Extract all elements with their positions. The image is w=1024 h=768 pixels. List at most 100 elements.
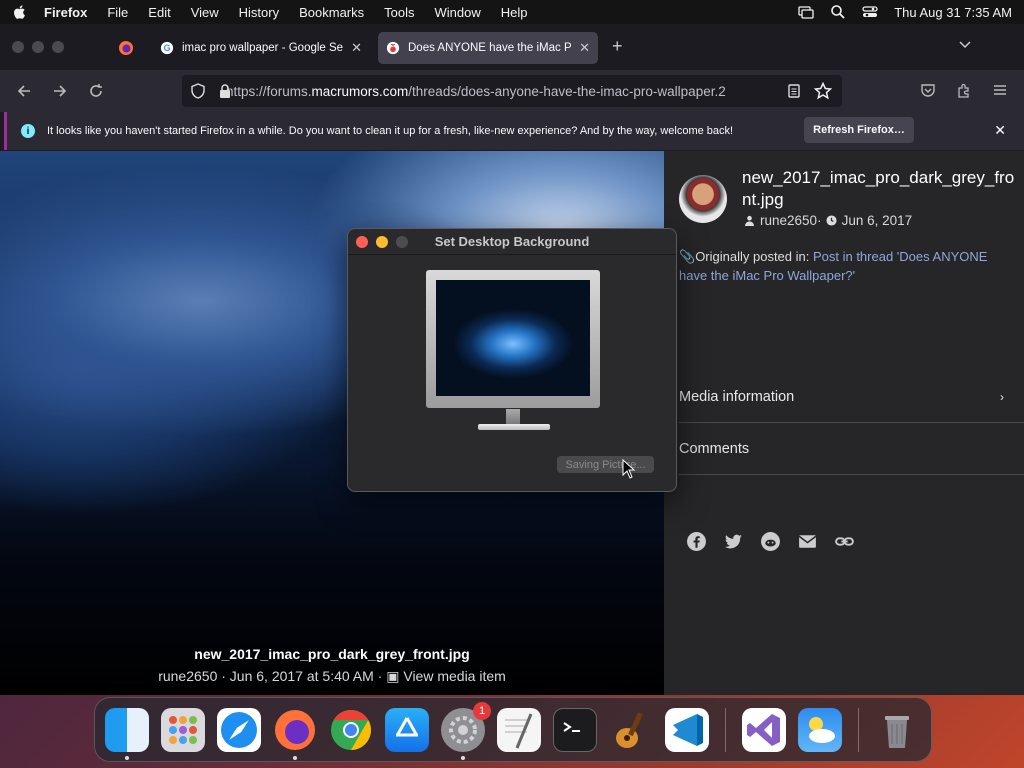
url-bar[interactable]: https://forums.macrumors.com/threads/doe… (182, 75, 842, 107)
dialog-window-controls (356, 236, 408, 248)
extensions-icon[interactable] (956, 82, 972, 98)
media-title: new_2017_imac_pro_dark_grey_front.jpg (742, 168, 1015, 209)
finder-icon[interactable] (105, 707, 149, 760)
mouse-cursor-icon (622, 459, 636, 479)
clock[interactable]: Thu Aug 31 7:35 AM (894, 5, 1012, 20)
avatar[interactable] (679, 175, 727, 223)
dialog-close-button[interactable] (356, 236, 368, 248)
pocket-icon[interactable] (920, 82, 936, 98)
textedit-icon[interactable] (497, 707, 541, 752)
vscode-icon[interactable] (665, 707, 709, 752)
media-side-panel: new_2017_imac_pro_dark_grey_front.jpg ru… (664, 151, 1024, 695)
meta-separator: · (817, 213, 822, 228)
lock-icon[interactable] (218, 83, 232, 99)
author-link[interactable]: rune2650 (760, 213, 817, 228)
tab-google-search[interactable]: G imac pro wallpaper - Google Se ✕ (152, 32, 370, 64)
dock-separator (858, 707, 859, 752)
firefox-icon[interactable] (273, 708, 317, 760)
share-buttons (686, 531, 855, 552)
close-tab-icon[interactable]: ✕ (579, 40, 590, 56)
menu-tools[interactable]: Tools (384, 5, 414, 20)
menu-edit[interactable]: Edit (148, 5, 170, 20)
trash-icon[interactable] (875, 708, 919, 752)
url-prefix: https://forums. (226, 83, 312, 99)
camera-icon: ▣ (386, 668, 404, 684)
comments-row[interactable]: Comments (679, 423, 1024, 475)
view-media-item-link[interactable]: View media item (403, 668, 505, 684)
refresh-firefox-notification: i It looks like you haven't started Fire… (4, 112, 1024, 150)
saving-picture-button[interactable]: Saving Picture... (557, 456, 654, 473)
reload-icon[interactable] (86, 81, 106, 101)
dialog-minimize-button[interactable] (376, 236, 388, 248)
comments-label: Comments (679, 440, 750, 457)
launchpad-icon[interactable] (161, 707, 205, 752)
notification-badge: 1 (473, 701, 491, 720)
reddit-icon[interactable] (760, 531, 781, 552)
close-notification-icon[interactable]: ✕ (994, 122, 1006, 139)
reader-view-icon[interactable] (786, 83, 802, 99)
list-all-tabs-icon[interactable] (958, 38, 972, 52)
tab-bar: G imac pro wallpaper - Google Se ✕ Does … (0, 24, 1024, 70)
menu-bookmarks[interactable]: Bookmarks (299, 5, 364, 20)
dialog-title: Set Desktop Background (434, 234, 590, 249)
screen-mirroring-icon[interactable] (798, 4, 814, 20)
weather-icon[interactable] (798, 707, 842, 752)
macrumors-icon (386, 41, 400, 55)
notification-message: It looks like you haven't started Firefo… (47, 125, 734, 137)
system-settings-icon[interactable]: 1 (441, 701, 491, 760)
new-tab-button[interactable]: + (612, 36, 623, 57)
apple-icon[interactable] (12, 4, 28, 20)
navigation-toolbar: https://forums.macrumors.com/threads/doe… (0, 70, 1024, 112)
chrome-icon[interactable] (329, 708, 373, 752)
media-information-row[interactable]: Media information › (679, 371, 1024, 423)
tab-title: imac pro wallpaper - Google Se (182, 42, 344, 54)
media-author-date: rune2650 · Jun 6, 2017 (744, 213, 912, 228)
close-tab-icon[interactable]: ✕ (351, 40, 362, 56)
dialog-zoom-button (396, 236, 408, 248)
visual-studio-icon[interactable] (742, 707, 786, 752)
tracking-protection-icon[interactable] (190, 83, 206, 99)
garageband-icon[interactable] (609, 708, 653, 752)
back-icon[interactable] (14, 81, 34, 101)
facebook-icon[interactable] (686, 531, 707, 552)
originally-posted: 📎Originally posted in: Post in thread 'D… (679, 247, 999, 285)
close-window-button[interactable] (12, 41, 24, 53)
monitor-stand (506, 409, 520, 425)
spotlight-search-icon[interactable] (830, 4, 846, 20)
menu-history[interactable]: History (239, 5, 279, 20)
menu-view[interactable]: View (191, 5, 219, 20)
menu-help[interactable]: Help (501, 5, 528, 20)
google-icon: G (160, 41, 174, 55)
wallpaper-preview (436, 280, 590, 396)
url-path: /threads/does-anyone-have-the-imac-pro-w… (408, 83, 726, 99)
clock-icon (826, 215, 837, 226)
pinned-tab-firefox[interactable] (106, 34, 146, 62)
menu-window[interactable]: Window (435, 5, 481, 20)
bookmark-star-icon[interactable] (814, 82, 832, 100)
menu-app-name[interactable]: Firefox (44, 5, 87, 20)
terminal-icon[interactable] (553, 707, 597, 752)
twitter-icon[interactable] (723, 531, 744, 552)
chevron-right-icon: › (1000, 389, 1004, 404)
forward-icon[interactable] (50, 81, 70, 101)
firefox-icon (119, 41, 133, 55)
monitor-foot (478, 424, 550, 430)
zoom-window-button[interactable] (52, 41, 64, 53)
minimize-window-button[interactable] (32, 41, 44, 53)
url-text[interactable]: https://forums.macrumors.com/threads/doe… (226, 84, 778, 99)
app-menu-icon[interactable] (992, 82, 1008, 98)
window-controls (12, 41, 64, 53)
link-icon[interactable] (834, 531, 855, 552)
url-domain: macrumors.com (311, 83, 409, 99)
app-store-icon[interactable] (385, 707, 429, 752)
media-caption: new_2017_imac_pro_dark_grey_front.jpg ru… (0, 646, 664, 685)
refresh-firefox-button[interactable]: Refresh Firefox… (804, 117, 914, 143)
menu-file[interactable]: File (107, 5, 128, 20)
post-date: Jun 6, 2017 (841, 213, 913, 228)
email-icon[interactable] (797, 531, 818, 552)
media-meta: rune2650 · Jun 6, 2017 at 5:40 AM · ▣ Vi… (0, 668, 664, 685)
control-center-icon[interactable] (862, 4, 878, 20)
safari-icon[interactable] (217, 707, 261, 752)
tab-macrumors-thread[interactable]: Does ANYONE have the iMac Pr ✕ (378, 32, 598, 64)
set-desktop-background-dialog: Set Desktop Background Saving Picture... (347, 228, 677, 492)
